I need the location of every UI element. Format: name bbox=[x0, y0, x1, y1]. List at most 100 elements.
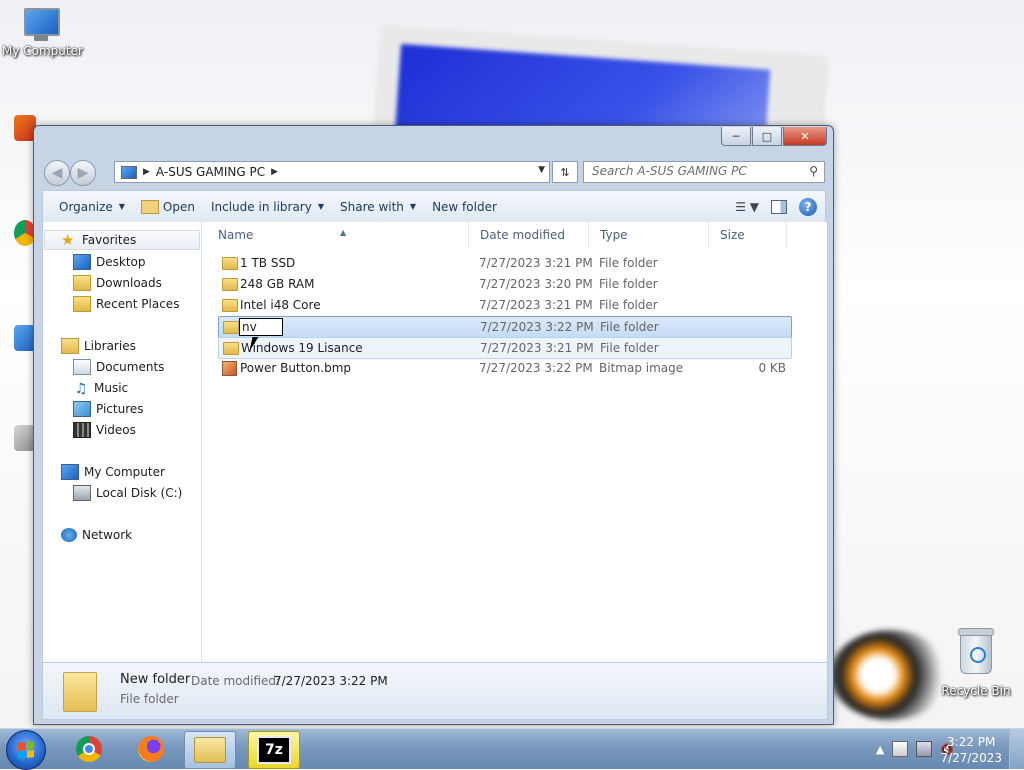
organize-label: Organize bbox=[59, 199, 113, 214]
file-date: 7/27/2023 3:22 PM bbox=[480, 320, 594, 334]
file-row[interactable]: Windows 19 Lisance 7/27/2023 3:21 PM Fil… bbox=[218, 337, 792, 359]
clock-time: 3:22 PM bbox=[947, 735, 996, 749]
search-icon[interactable]: ⚲ bbox=[809, 164, 818, 178]
file-row[interactable]: Power Button.bmp 7/27/2023 3:22 PM Bitma… bbox=[218, 358, 790, 378]
videos-icon bbox=[73, 422, 91, 438]
file-name: 1 TB SSD bbox=[240, 256, 296, 270]
nav-favorites[interactable]: ★ Favorites bbox=[44, 230, 200, 250]
nav-item-pictures[interactable]: Pictures bbox=[73, 399, 144, 419]
column-header-type[interactable]: Type bbox=[588, 222, 709, 248]
nav-network[interactable]: Network bbox=[61, 525, 132, 545]
desktop-icon-label: My Computer bbox=[2, 44, 83, 58]
file-type: File folder bbox=[599, 256, 658, 270]
minimize-button[interactable]: ─ bbox=[721, 127, 751, 146]
change-view-icon[interactable]: ☰ ▼ bbox=[735, 200, 759, 214]
column-header-size[interactable]: Size bbox=[708, 222, 787, 248]
share-with-button[interactable]: Share with ▼ bbox=[332, 194, 424, 220]
desktop-icon-recycle-bin[interactable]: Recycle Bin bbox=[940, 628, 1012, 698]
action-center-icon[interactable] bbox=[892, 741, 909, 757]
nav-item-label: Recent Places bbox=[96, 297, 180, 311]
open-button[interactable]: Open bbox=[133, 194, 203, 220]
details-pane: New folder Date modified: 7/27/2023 3:22… bbox=[42, 662, 828, 720]
network-status-icon[interactable] bbox=[916, 741, 933, 757]
recent-places-icon bbox=[73, 296, 91, 312]
rename-input[interactable]: nv bbox=[239, 318, 283, 336]
taskbar-explorer[interactable] bbox=[184, 731, 236, 769]
nav-libraries-label: Libraries bbox=[84, 339, 136, 353]
close-button[interactable]: ✕ bbox=[783, 127, 827, 146]
clock-date: 7/27/2023 bbox=[940, 751, 1002, 765]
show-desktop-button[interactable] bbox=[1009, 729, 1024, 769]
chrome-icon bbox=[76, 736, 102, 762]
file-date: 7/27/2023 3:21 PM bbox=[479, 298, 593, 312]
music-icon: ♫ bbox=[74, 381, 88, 397]
folder-icon bbox=[63, 672, 97, 712]
folder-icon bbox=[222, 299, 238, 312]
breadcrumb-arrow-icon[interactable]: ▶ bbox=[271, 167, 278, 177]
nav-libraries[interactable]: Libraries bbox=[61, 336, 136, 356]
file-row[interactable]: 1 TB SSD 7/27/2023 3:21 PM File folder bbox=[218, 253, 790, 273]
folder-icon bbox=[223, 321, 239, 334]
search-box[interactable]: ⚲ bbox=[583, 161, 825, 183]
include-in-library-label: Include in library bbox=[210, 199, 312, 214]
include-in-library-button[interactable]: Include in library ▼ bbox=[203, 194, 332, 220]
nav-item-downloads[interactable]: Downloads bbox=[73, 273, 162, 293]
nav-item-documents[interactable]: Documents bbox=[73, 357, 164, 377]
refresh-button[interactable]: ⇅ bbox=[552, 161, 578, 183]
organize-button[interactable]: Organize ▼ bbox=[51, 194, 133, 220]
search-input[interactable] bbox=[584, 162, 802, 180]
nav-my-computer[interactable]: My Computer bbox=[61, 462, 165, 482]
nav-item-label: Downloads bbox=[96, 276, 162, 290]
clock[interactable]: 3:22 PM 7/27/2023 bbox=[940, 734, 1002, 766]
window-controls: ─ □ ✕ bbox=[721, 127, 827, 146]
downloads-icon bbox=[73, 275, 91, 291]
help-icon[interactable]: ? bbox=[799, 197, 817, 216]
details-date-value: 7/27/2023 3:22 PM bbox=[274, 674, 388, 688]
network-icon bbox=[61, 528, 77, 542]
nav-item-music[interactable]: ♫ Music bbox=[73, 378, 128, 398]
nav-item-desktop[interactable]: Desktop bbox=[73, 252, 146, 272]
forward-button[interactable]: ▶ bbox=[70, 160, 96, 186]
back-button[interactable]: ◀ bbox=[44, 160, 70, 186]
column-headers: Name ▲ Date modified Type Size bbox=[210, 222, 827, 248]
nav-item-label: Local Disk (C:) bbox=[96, 486, 183, 500]
file-row-selected[interactable]: nv 7/27/2023 3:22 PM File folder bbox=[218, 316, 792, 338]
breadcrumb-arrow-icon[interactable]: ▶ bbox=[143, 167, 150, 177]
preview-pane-icon[interactable] bbox=[771, 199, 787, 214]
windows-logo-icon bbox=[18, 741, 34, 759]
file-type: Bitmap image bbox=[599, 361, 684, 375]
breadcrumb-segment[interactable]: A-SUS GAMING PC bbox=[156, 165, 265, 179]
computer-icon bbox=[121, 165, 137, 179]
file-name: 248 GB RAM bbox=[240, 277, 315, 291]
desktop-icon-my-computer[interactable]: My Computer bbox=[2, 8, 83, 58]
details-name: New folder bbox=[120, 672, 191, 687]
bitmap-icon bbox=[222, 361, 237, 376]
nav-item-local-disk[interactable]: Local Disk (C:) bbox=[73, 483, 182, 503]
chevron-down-icon: ▼ bbox=[118, 202, 125, 211]
star-icon: ★ bbox=[61, 231, 75, 249]
file-row[interactable]: 248 GB RAM 7/27/2023 3:20 PM File folder bbox=[218, 274, 790, 294]
nav-network-label: Network bbox=[82, 528, 133, 542]
new-folder-button[interactable]: New folder bbox=[424, 194, 505, 220]
address-row: ◀ ▶ ▶ A-SUS GAMING PC ▶ ▼ ⇅ ⚲ bbox=[42, 159, 826, 186]
address-dropdown-icon[interactable]: ▼ bbox=[538, 165, 545, 175]
open-folder-icon bbox=[140, 199, 159, 214]
column-header-date[interactable]: Date modified bbox=[468, 222, 589, 248]
wallpaper-swirl-graphic bbox=[830, 630, 950, 720]
file-row[interactable]: Intel i48 Core 7/27/2023 3:21 PM File fo… bbox=[218, 295, 790, 315]
show-hidden-icons-icon[interactable]: ▲ bbox=[876, 743, 884, 756]
column-header-name[interactable]: Name ▲ bbox=[210, 222, 469, 248]
recycle-bin-icon bbox=[958, 628, 994, 674]
start-button[interactable] bbox=[6, 730, 46, 770]
nav-item-recent-places[interactable]: Recent Places bbox=[73, 294, 179, 314]
file-type: File folder bbox=[600, 341, 659, 355]
nav-item-videos[interactable]: Videos bbox=[73, 420, 136, 440]
taskbar-firefox[interactable] bbox=[126, 731, 176, 767]
address-bar[interactable]: ▶ A-SUS GAMING PC ▶ ▼ bbox=[114, 161, 550, 183]
nav-my-computer-label: My Computer bbox=[84, 465, 165, 479]
maximize-button[interactable]: □ bbox=[752, 127, 782, 146]
desktop-icon bbox=[73, 254, 91, 270]
taskbar-7zip[interactable]: 7z bbox=[248, 731, 300, 769]
taskbar-chrome[interactable] bbox=[64, 731, 114, 767]
explorer-window: ─ □ ✕ ◀ ▶ ▶ A-SUS GAMING PC ▶ ▼ ⇅ ⚲ Orga… bbox=[33, 125, 834, 725]
